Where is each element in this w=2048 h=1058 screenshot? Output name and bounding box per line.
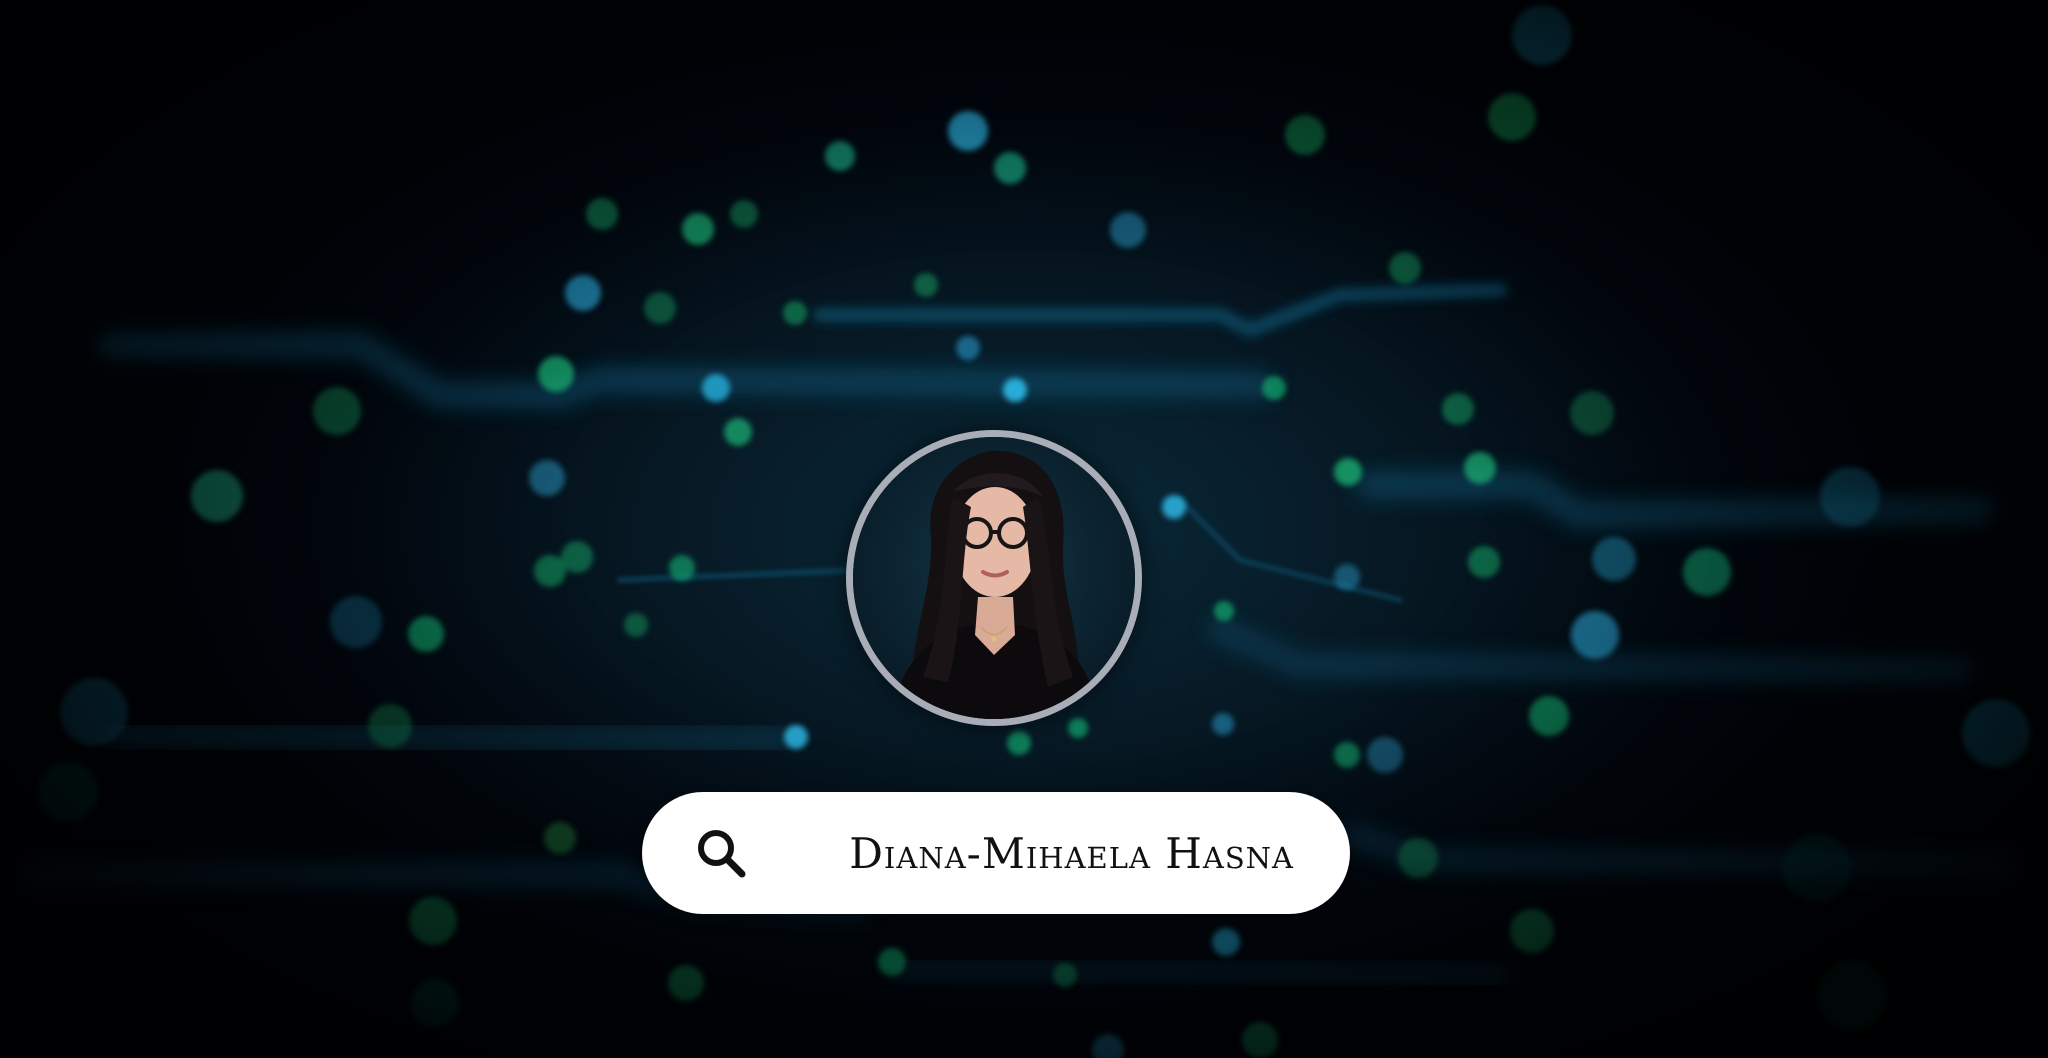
profile-photo-icon [853,437,1135,719]
search-bar[interactable]: Diana-Mihaela Hasna [642,792,1350,914]
search-icon[interactable] [694,826,748,880]
search-query-text[interactable]: Diana-Mihaela Hasna [748,829,1294,878]
hero-stage: Diana-Mihaela Hasna [0,0,2048,1058]
profile-avatar [846,430,1142,726]
